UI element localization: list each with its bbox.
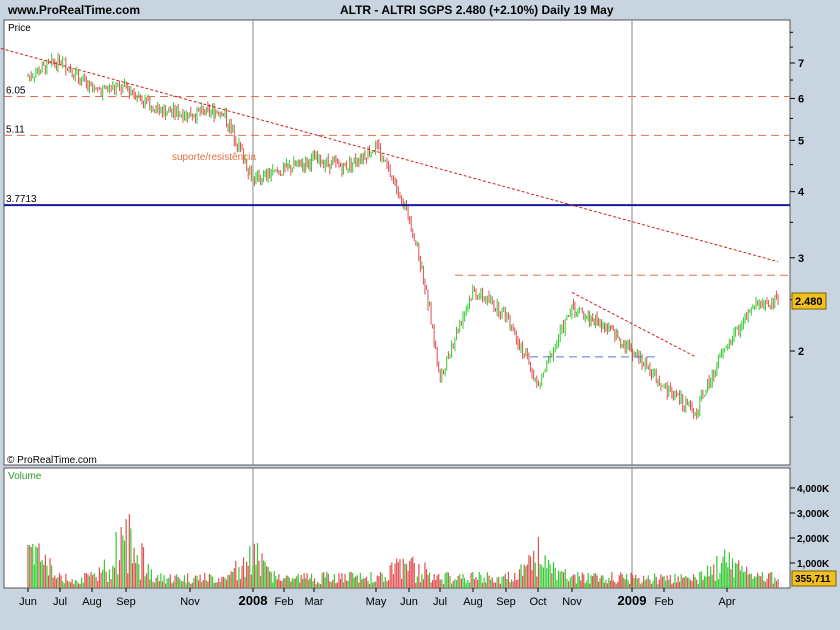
volume-y-tick-label: 3,000K (797, 509, 830, 520)
level-label: 6.05 (6, 86, 26, 97)
volume-y-tick-label: 2,000K (797, 534, 830, 545)
current-price-label: 2.480 (795, 296, 823, 308)
x-tick-label: May (366, 596, 387, 608)
x-tick-label: 2009 (618, 593, 647, 608)
x-tick-label: Jun (19, 596, 37, 608)
x-tick-label: 2008 (239, 593, 268, 608)
x-tick-label: Feb (655, 596, 674, 608)
y-tick-label: 3 (798, 253, 804, 265)
watermark: © ProRealTime.com (7, 455, 97, 466)
site-title[interactable]: www.ProRealTime.com (7, 3, 140, 17)
x-tick-label: Jul (53, 596, 67, 608)
x-tick-label: Nov (562, 596, 582, 608)
x-tick-label: Aug (463, 596, 483, 608)
x-tick-label: Mar (305, 596, 324, 608)
y-tick-label: 4 (798, 187, 805, 199)
y-tick-label: 5 (798, 135, 804, 147)
volume-panel-label: Volume (8, 471, 42, 482)
level-label: 5.11 (6, 124, 25, 135)
x-tick-label: Jun (400, 596, 418, 608)
level-label: 3.7713 (6, 194, 37, 205)
x-tick-label: Apr (718, 596, 735, 608)
chart-title: ALTR - ALTRI SGPS 2.480 (+2.10%) Daily 1… (340, 3, 614, 17)
y-tick-label: 6 (798, 93, 804, 105)
x-tick-label: Feb (275, 596, 294, 608)
price-panel-label: Price (8, 23, 31, 34)
x-tick-label: Oct (529, 596, 546, 608)
x-tick-label: Sep (116, 596, 136, 608)
chart-root: www.ProRealTime.com ALTR - ALTRI SGPS 2.… (0, 3, 837, 608)
support-resistance-label: suporte/resistência (172, 152, 256, 163)
y-tick-label: 2 (798, 346, 804, 358)
volume-y-tick-label: 4,000K (797, 484, 830, 495)
x-tick-label: Aug (82, 596, 102, 608)
x-tick-label: Nov (180, 596, 200, 608)
x-tick-label: Jul (433, 596, 447, 608)
x-tick-label: Sep (496, 596, 516, 608)
current-volume-label: 355,711 (795, 574, 831, 585)
y-tick-label: 7 (798, 58, 804, 70)
volume-y-tick-label: 1,000K (797, 559, 830, 570)
